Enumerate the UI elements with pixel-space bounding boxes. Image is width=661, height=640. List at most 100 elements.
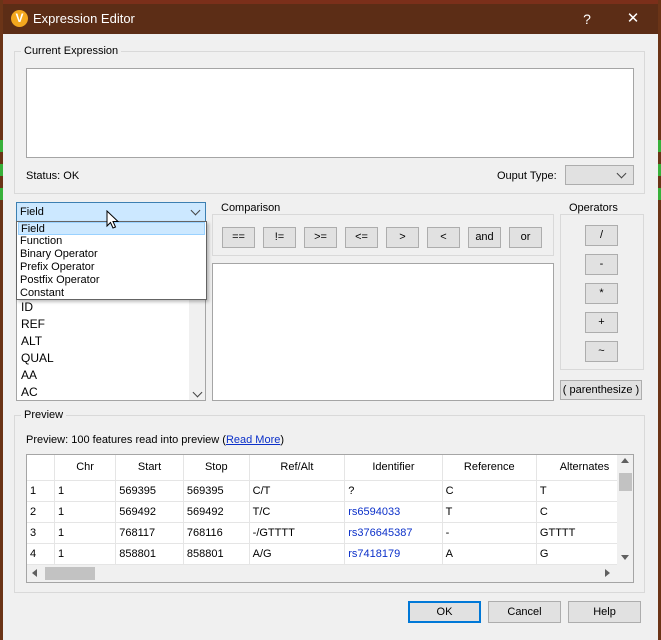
or-button[interactable]: or [509, 227, 542, 248]
help-question-icon[interactable]: ? [575, 7, 599, 31]
table-row[interactable]: 2 1 569492 569492 T/C rs6594033 T C [27, 501, 633, 523]
output-type-label: Ouput Type: [497, 170, 557, 182]
close-icon[interactable]: ✕ [619, 7, 647, 31]
column-header[interactable]: Reference [442, 455, 537, 481]
mouse-cursor-icon [106, 210, 120, 229]
output-type-select[interactable] [565, 165, 634, 185]
background-strip [0, 188, 3, 200]
cell-chr: 1 [54, 480, 117, 502]
cancel-button[interactable]: Cancel [488, 601, 561, 623]
table-row[interactable]: 1 1 569395 569395 C/T? C T [27, 480, 633, 502]
cell-stop: 858801 [183, 543, 250, 565]
table-header-row: Chr Start Stop Ref/Alt Identifier Refere… [27, 455, 633, 481]
column-header[interactable]: Ref/Alt [249, 455, 346, 481]
table-vertical-scrollbar[interactable] [617, 455, 633, 565]
dropdown-option-postfix-operator[interactable]: Postfix Operator [18, 274, 205, 287]
preview-table[interactable]: Chr Start Stop Ref/Alt Identifier Refere… [26, 454, 634, 583]
operators-title: Operators [566, 202, 621, 214]
row-number: 3 [27, 522, 55, 544]
dropdown-option-binary-operator[interactable]: Binary Operator [18, 248, 205, 261]
scroll-down-icon[interactable] [192, 387, 203, 398]
equals-button[interactable]: == [222, 227, 255, 248]
cell-identifier: ? [344, 480, 443, 502]
field-list-item[interactable]: ALT [21, 334, 42, 348]
status-label: Status: OK [26, 170, 80, 182]
cell-start: 569395 [115, 480, 184, 502]
column-header[interactable] [27, 455, 55, 481]
table-row[interactable]: 3 1 768117 768116 -/GTTTT rs376645387- GTTTT [27, 522, 633, 544]
dropdown-option-constant[interactable]: Constant [18, 287, 205, 300]
scroll-left-icon[interactable] [32, 569, 37, 577]
field-list-item[interactable]: QUAL [21, 351, 54, 365]
read-more-link[interactable]: Read More [226, 434, 280, 446]
scroll-down-icon[interactable] [621, 555, 629, 560]
minus-button[interactable]: - [585, 254, 618, 275]
column-header[interactable]: Identifier [344, 455, 443, 481]
less-equal-button[interactable]: <= [345, 227, 378, 248]
preview-info: Preview: 100 features read into preview … [26, 434, 284, 446]
expression-textarea[interactable] [26, 68, 634, 158]
preview-info-suffix: ) [280, 434, 285, 446]
cell-reference: A [442, 543, 537, 565]
column-header[interactable]: Stop [183, 455, 250, 481]
dropdown-option-function[interactable]: Function [18, 235, 205, 248]
scroll-up-icon[interactable] [621, 458, 629, 463]
cell-stop: 768116 [183, 522, 250, 544]
cell-start: 768117 [115, 522, 184, 544]
cell-identifier[interactable]: rs7418179 [344, 543, 443, 565]
horizontal-scroll-thumb[interactable] [45, 567, 95, 580]
window-title: Expression Editor [33, 11, 135, 26]
value-list[interactable] [212, 263, 554, 401]
field-type-dropdown[interactable]: Field Function Binary Operator Prefix Op… [16, 221, 207, 300]
field-list-item[interactable]: ID [21, 300, 33, 314]
and-button[interactable]: and [468, 227, 501, 248]
not-equals-button[interactable]: != [263, 227, 296, 248]
field-list-item[interactable]: REF [21, 317, 45, 331]
table-row[interactable]: 4 1 858801 858801 A/G rs7418179 A G [27, 543, 633, 565]
cell-ref-alt: T/C [249, 501, 346, 523]
greater-than-button[interactable]: > [386, 227, 419, 248]
help-button[interactable]: Help [568, 601, 641, 623]
cell-ref-alt: A/G [249, 543, 346, 565]
not-button[interactable]: ~ [585, 341, 618, 362]
cell-ref-alt: C/T [249, 480, 346, 502]
cell-chr: 1 [54, 543, 117, 565]
row-number: 2 [27, 501, 55, 523]
plus-button[interactable]: + [585, 312, 618, 333]
parenthesize-button[interactable]: ( parenthesize ) [560, 380, 642, 400]
field-list-item[interactable]: AC [21, 385, 38, 399]
chevron-down-icon [190, 205, 201, 216]
cell-identifier[interactable]: rs6594033 [344, 501, 443, 523]
dropdown-option-prefix-operator[interactable]: Prefix Operator [18, 261, 205, 274]
cell-chr: 1 [54, 501, 117, 523]
comparison-title: Comparison [218, 202, 284, 214]
preview-title: Preview [21, 409, 67, 421]
scroll-right-icon[interactable] [605, 569, 610, 577]
greater-equal-button[interactable]: >= [304, 227, 337, 248]
cell-reference: T [442, 501, 537, 523]
app-logo-icon: V [11, 10, 28, 27]
background-strip [0, 164, 3, 176]
row-number: 4 [27, 543, 55, 565]
column-header[interactable]: Chr [54, 455, 117, 481]
divide-button[interactable]: / [585, 225, 618, 246]
column-header[interactable]: Start [115, 455, 184, 481]
field-type-value: Field [20, 206, 44, 218]
background-edge-left [0, 0, 3, 640]
scroll-corner [617, 565, 633, 582]
preview-info-text: Preview: 100 features read into preview … [26, 434, 226, 446]
table-horizontal-scrollbar[interactable] [27, 565, 617, 582]
cell-start: 569492 [115, 501, 184, 523]
multiply-button[interactable]: * [585, 283, 618, 304]
cell-identifier[interactable]: rs376645387 [344, 522, 443, 544]
ok-button[interactable]: OK [408, 601, 481, 623]
cell-stop: 569492 [183, 501, 250, 523]
current-expression-title: Current Expression [21, 45, 122, 57]
chevron-down-icon [616, 168, 627, 179]
field-list-item[interactable]: AA [21, 368, 37, 382]
less-than-button[interactable]: < [427, 227, 460, 248]
background-strip [0, 140, 3, 152]
vertical-scroll-thumb[interactable] [619, 473, 632, 491]
cell-chr: 1 [54, 522, 117, 544]
title-bar[interactable]: V Expression Editor ? ✕ [3, 4, 658, 34]
